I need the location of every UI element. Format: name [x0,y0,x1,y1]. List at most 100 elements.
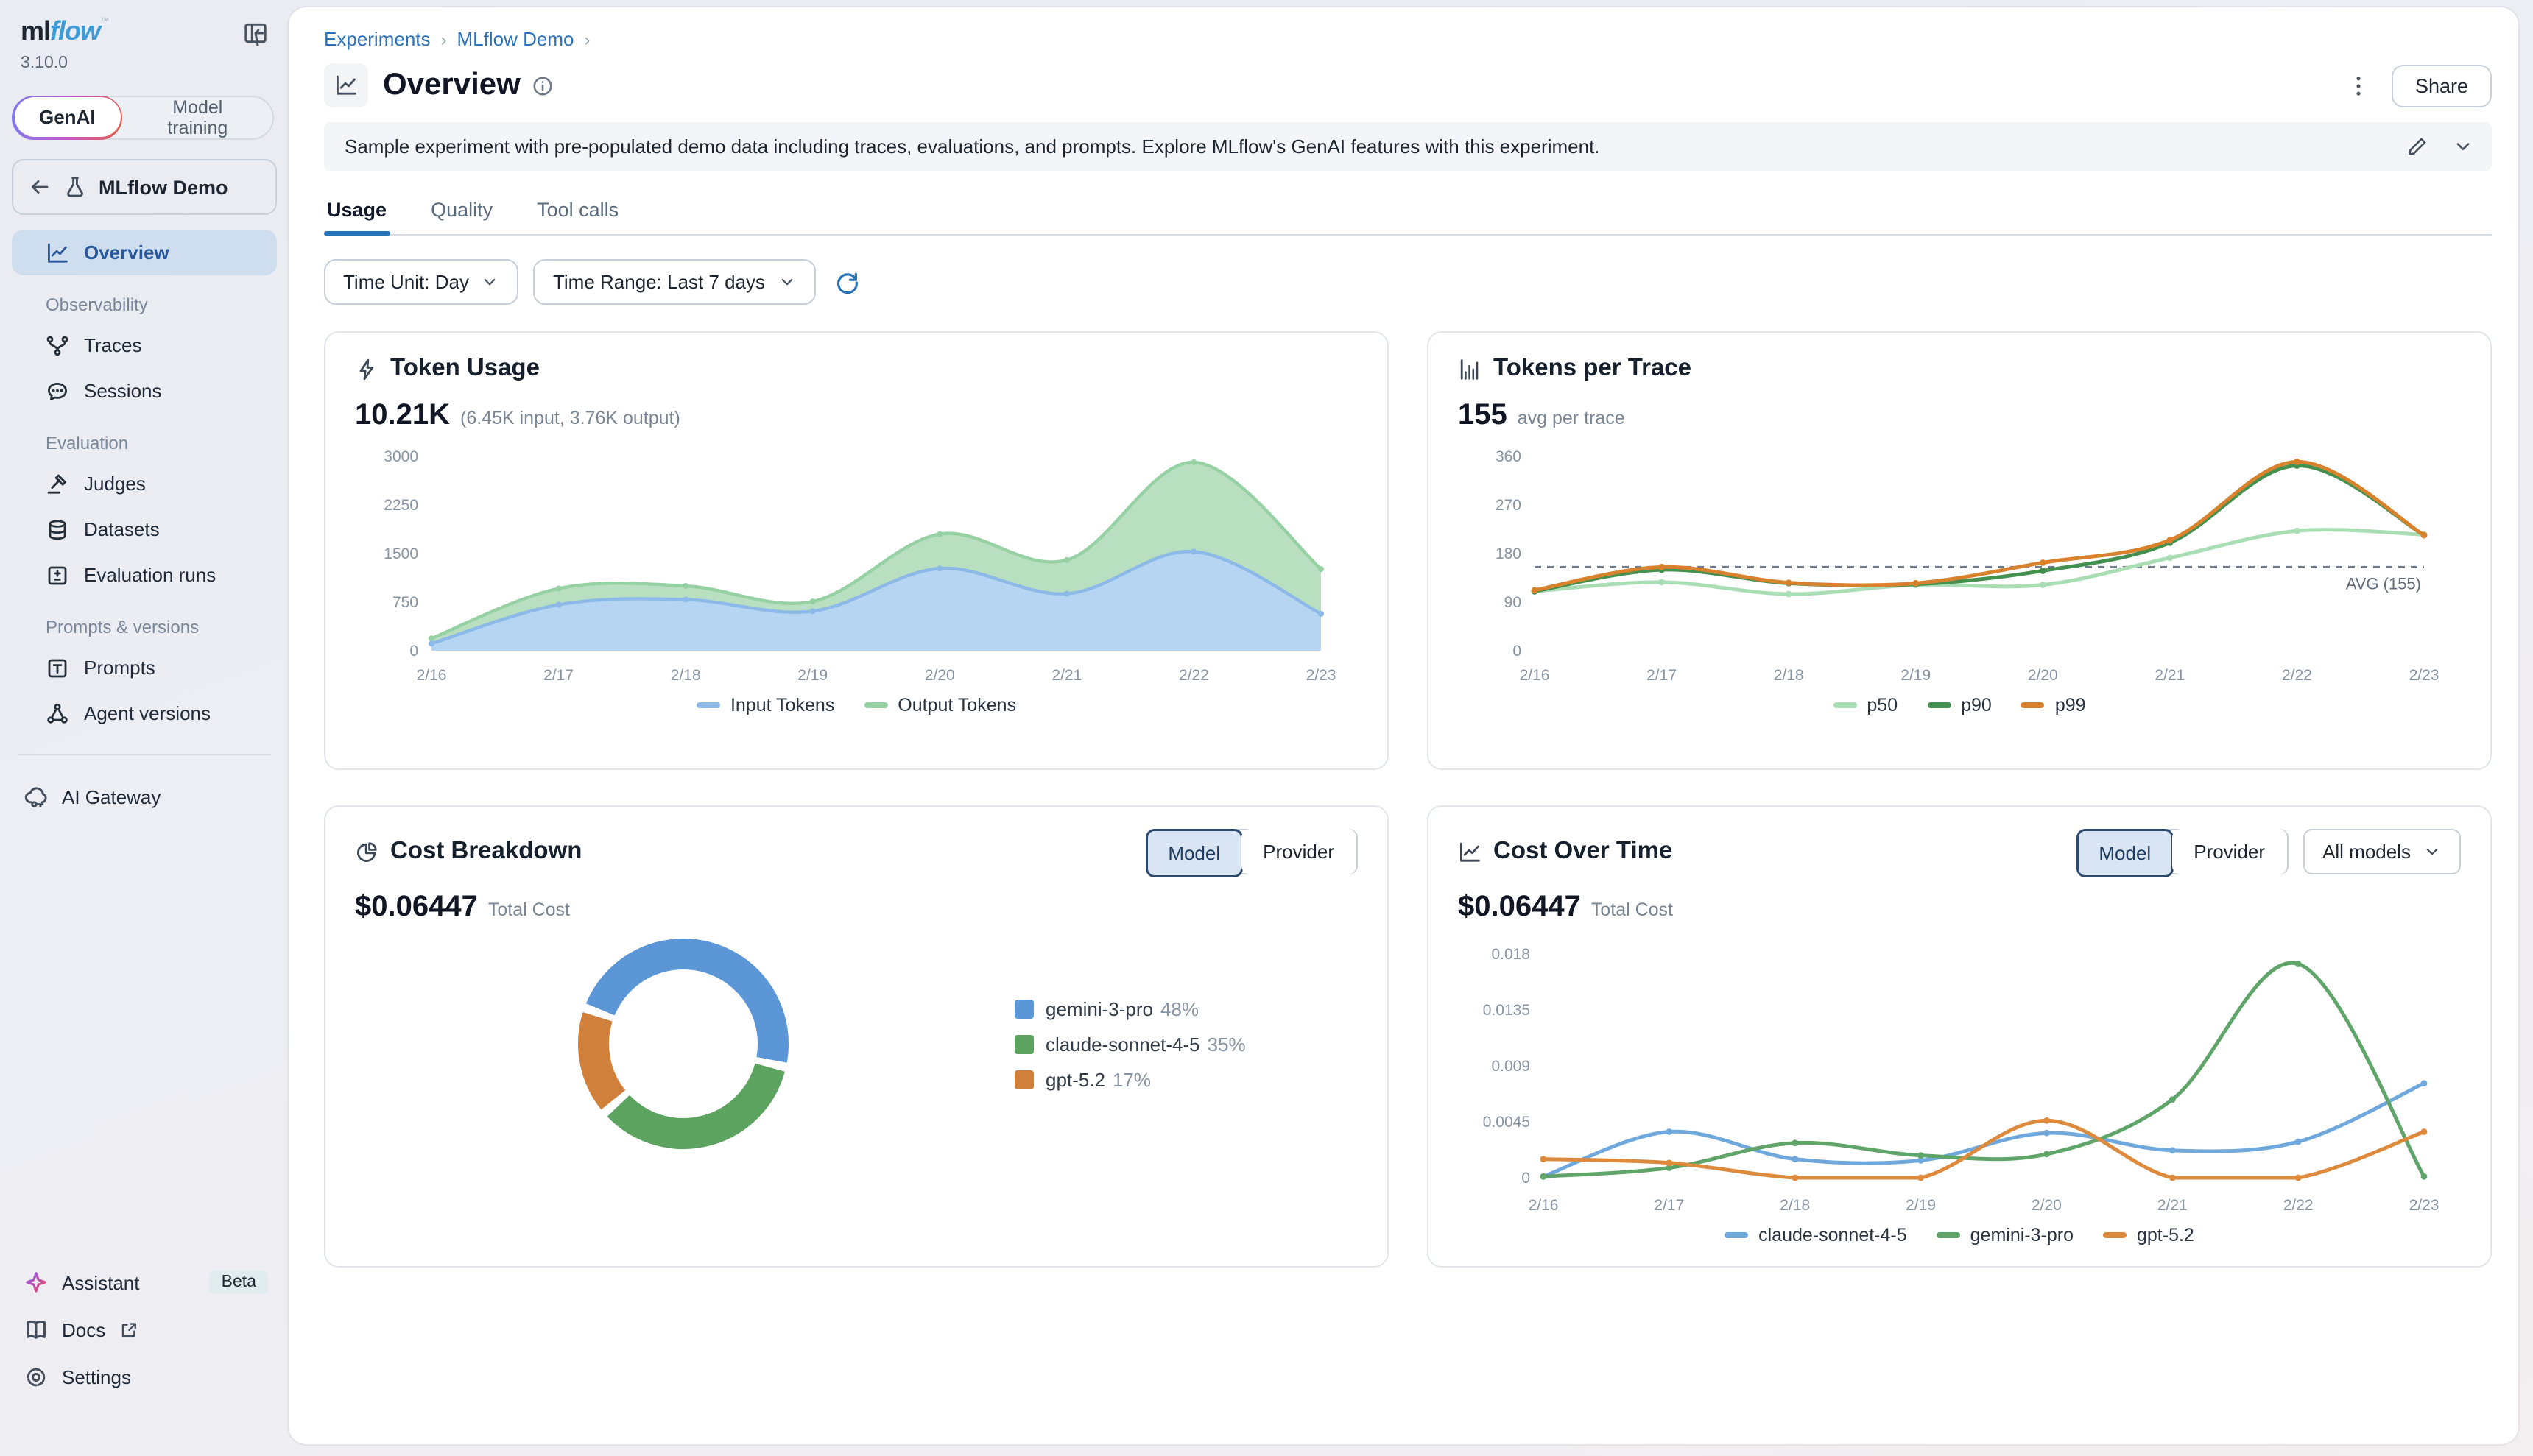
breadcrumb-link-experiments[interactable]: Experiments [324,28,431,50]
svg-text:2250: 2250 [384,497,418,514]
collapse-description-icon[interactable] [2452,135,2474,158]
genai-toggle-border: GenAI [12,95,123,139]
sidebar-item-traces[interactable]: Traces [12,322,277,368]
sidebar-item-label: Docs [62,1318,105,1340]
experiment-switcher[interactable]: MLflow Demo [12,159,277,215]
chart-legend: claude-sonnet-4-5 gemini-3-pro gpt-5.2 [1458,1225,2461,1245]
tab-tool-calls[interactable]: Tool calls [534,193,621,234]
card-title: Token Usage [390,355,540,383]
sidebar-item-evaluation-runs[interactable]: Evaluation runs [12,552,277,598]
book-icon [24,1317,49,1342]
toggle-option-model[interactable]: Model [2076,829,2173,877]
tab-usage[interactable]: Usage [324,193,390,234]
svg-text:2/19: 2/19 [1906,1197,1936,1214]
card-title: Cost Over Time [1493,838,1672,866]
svg-text:2/19: 2/19 [1900,667,1931,684]
experiment-flask-icon [63,175,87,199]
sidebar-item-judges[interactable]: Judges [12,461,277,506]
time-range-dropdown[interactable]: Time Range: Last 7 days [534,259,815,305]
legend-item[interactable]: Output Tokens [864,695,1016,715]
model-training-toggle[interactable]: Model training [123,97,272,138]
external-link-icon [119,1320,138,1339]
logo-text-flow: flow [50,16,100,46]
legend-item[interactable]: gemini-3-pro48% [1015,997,1246,1019]
line-chart-icon [1458,840,1482,863]
sidebar-section-evaluation: Evaluation [12,433,277,453]
tab-quality[interactable]: Quality [428,193,496,234]
cost-over-time-value: $0.06447 [1458,891,1581,925]
legend-item[interactable]: p90 [1927,695,1992,715]
sidebar-item-datasets[interactable]: Datasets [12,506,277,552]
legend-item[interactable]: gpt-5.2 [2103,1225,2194,1245]
chevron-down-icon [481,272,500,291]
refresh-icon[interactable] [833,269,859,295]
sidebar-footer: Assistant Beta Docs Settings [12,1259,277,1456]
svg-text:2/18: 2/18 [1774,667,1804,684]
sidebar-item-label: Assistant [62,1271,140,1293]
legend-item[interactable]: p50 [1833,695,1898,715]
svg-text:0.0135: 0.0135 [1483,1002,1530,1019]
legend-item[interactable]: Input Tokens [697,695,834,715]
svg-text:2/22: 2/22 [2282,667,2312,684]
info-icon[interactable] [532,74,554,96]
sidebar-item-sessions[interactable]: Sessions [12,368,277,414]
bolt-icon [355,357,378,381]
cost-breakdown-detail: Total Cost [488,900,570,920]
chart-legend: p50 p90 p99 [1458,695,2461,715]
toggle-option-provider[interactable]: Provider [2171,829,2287,874]
page-header: Overview Share [324,63,2492,107]
all-models-dropdown[interactable]: All models [2303,829,2461,874]
sidebar-item-prompts[interactable]: Prompts [12,645,277,690]
breadcrumb-link-experiment[interactable]: MLflow Demo [457,28,574,50]
share-button[interactable]: Share [2392,64,2492,107]
legend-item[interactable]: claude-sonnet-4-535% [1015,1033,1246,1055]
experiment-description: Sample experiment with pre-populated dem… [345,135,1600,158]
sidebar-item-overview[interactable]: Overview [12,230,277,275]
legend-item[interactable]: claude-sonnet-4-5 [1725,1225,1907,1245]
toggle-option-provider[interactable]: Provider [1241,829,1356,874]
svg-text:2/21: 2/21 [2157,1197,2188,1214]
svg-text:360: 360 [1496,448,1521,465]
sidebar-item-label: Datasets [84,518,160,540]
sidebar-item-docs[interactable]: Docs [12,1306,277,1353]
card-title: Tokens per Trace [1493,355,1691,383]
toggle-option-model[interactable]: Model [1146,829,1242,877]
legend-item[interactable]: p99 [2021,695,2086,715]
sidebar-divider [18,754,271,755]
svg-text:0.018: 0.018 [1491,946,1530,963]
chevron-down-icon [2423,842,2442,861]
svg-text:2/21: 2/21 [1051,667,1082,684]
time-unit-dropdown[interactable]: Time Unit: Day [324,259,519,305]
sparkle-icon [24,1270,49,1295]
app: mlflow™ 3.10.0 GenAI Model training MLfl… [0,0,2533,1456]
cost-breakdown-value: $0.06447 [355,891,478,925]
back-arrow-icon[interactable] [28,175,52,199]
edit-description-icon[interactable] [2406,135,2428,158]
filter-bar: Time Unit: Day Time Range: Last 7 days [324,259,2492,305]
svg-text:2/18: 2/18 [671,667,701,684]
mlflow-logo[interactable]: mlflow™ [21,18,109,44]
svg-text:2/17: 2/17 [543,667,574,684]
tokens-per-trace-value: 155 [1458,399,1507,433]
sidebar-item-agent-versions[interactable]: Agent versions [12,690,277,736]
svg-text:2/22: 2/22 [1179,667,1209,684]
tokens-per-trace-card: Tokens per Trace 155 avg per trace 09018… [1427,331,2492,770]
svg-text:0.0045: 0.0045 [1483,1114,1530,1131]
experiment-description-banner: Sample experiment with pre-populated dem… [324,122,2492,171]
cost-over-time-card: Cost Over Time ModelProvider All models … [1427,805,2492,1268]
svg-text:0: 0 [1512,643,1521,660]
kebab-menu-icon[interactable] [2343,70,2374,101]
svg-text:2/19: 2/19 [797,667,828,684]
trademark: ™ [100,18,109,26]
legend-item[interactable]: gpt-5.217% [1015,1068,1246,1090]
breadcrumb: Experiments › MLflow Demo › [324,28,2492,50]
sidebar-item-ai-gateway[interactable]: AI Gateway [12,773,277,820]
sidebar-item-assistant[interactable]: Assistant Beta [12,1259,277,1306]
genai-toggle[interactable]: GenAI [14,97,121,137]
sidebar-item-label: AI Gateway [62,785,161,807]
tokens-per-trace-detail: avg per trace [1518,408,1625,428]
collapse-sidebar-icon[interactable] [240,18,271,49]
bar-chart-icon [1458,357,1482,381]
legend-item[interactable]: gemini-3-pro [1937,1225,2074,1245]
sidebar-item-settings[interactable]: Settings [12,1353,277,1400]
